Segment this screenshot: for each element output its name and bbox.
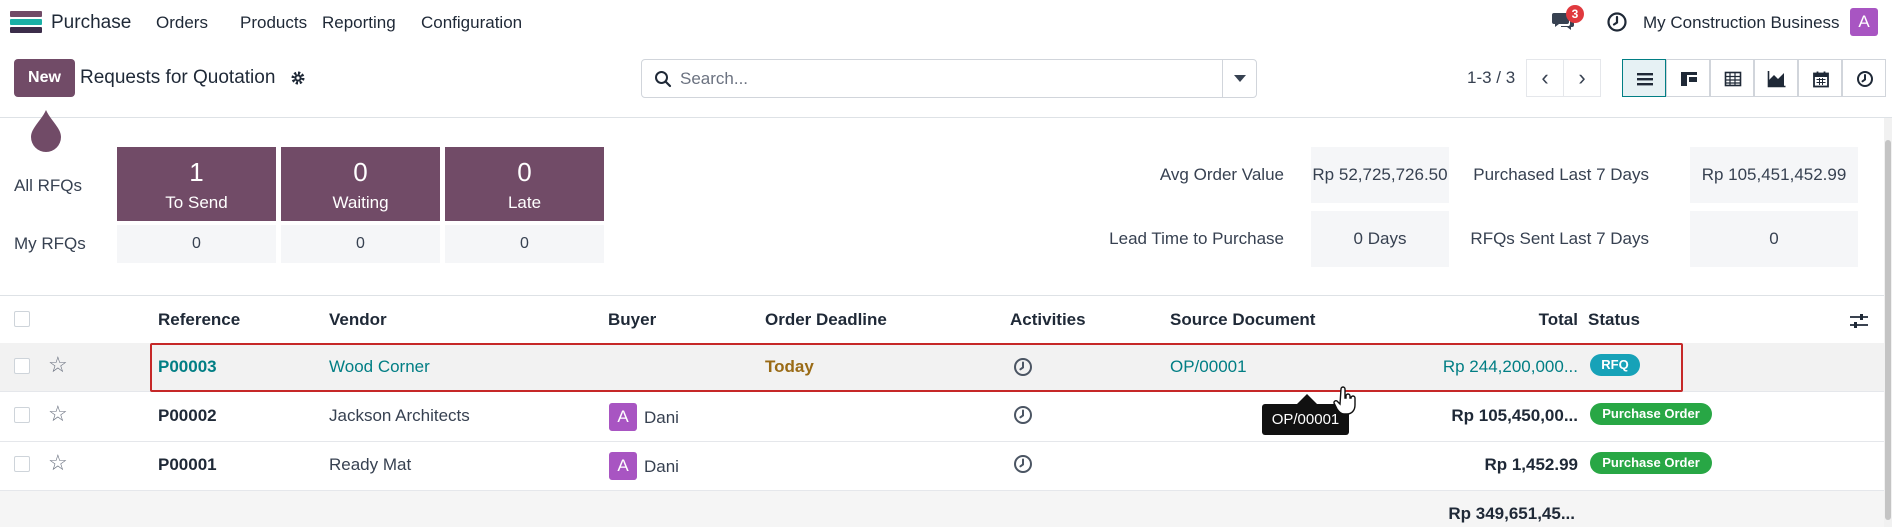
- menu-products[interactable]: Products: [240, 13, 307, 33]
- row-buyer: Dani: [644, 408, 679, 427]
- tile-value: 1: [189, 157, 204, 187]
- row-reference[interactable]: P00002: [158, 406, 217, 426]
- row-reference[interactable]: P00001: [158, 455, 217, 475]
- activity-clock-icon[interactable]: [1013, 405, 1033, 425]
- calendar-view-button[interactable]: [1798, 59, 1842, 97]
- star-icon[interactable]: ☆: [48, 352, 68, 378]
- calendar-icon: [1813, 71, 1829, 88]
- column-header-vendor[interactable]: Vendor: [329, 310, 387, 330]
- my-to-send-count[interactable]: 0: [117, 225, 276, 263]
- menu-reporting[interactable]: Reporting: [322, 13, 396, 33]
- hand-cursor-icon: [1333, 386, 1356, 415]
- chat-badge: 3: [1566, 5, 1584, 23]
- row-vendor[interactable]: Ready Mat: [329, 455, 411, 475]
- tile-value: 0: [517, 157, 532, 187]
- table-top-border: [0, 295, 1892, 296]
- status-badge: Purchase Order: [1590, 403, 1712, 425]
- row-total: Rp 105,450,00...: [1451, 406, 1578, 425]
- gear-icon[interactable]: [290, 70, 306, 86]
- page-title: Requests for Quotation: [80, 67, 276, 88]
- graph-view-button[interactable]: [1754, 59, 1798, 97]
- kanban-view-button[interactable]: [1666, 59, 1710, 97]
- my-waiting-count[interactable]: 0: [281, 225, 440, 263]
- activity-clock-icon[interactable]: [1013, 454, 1033, 474]
- column-header-status[interactable]: Status: [1588, 310, 1640, 330]
- kpi-value-avg-order-value: Rp 52,725,726.50: [1311, 147, 1449, 203]
- menu-orders[interactable]: Orders: [156, 13, 208, 33]
- tooltip-arrow: [1297, 394, 1317, 404]
- pager-value[interactable]: 1-3 / 3: [1467, 68, 1515, 88]
- star-icon[interactable]: ☆: [48, 450, 68, 476]
- top-navbar: Purchase Orders Products Reporting Confi…: [0, 0, 1892, 44]
- pager-previous-button[interactable]: ‹: [1526, 59, 1564, 97]
- column-header-total[interactable]: Total: [1500, 310, 1578, 330]
- kpi-label-lead-time: Lead Time to Purchase: [1109, 229, 1284, 248]
- optional-columns-icon[interactable]: [1849, 312, 1869, 330]
- scrollbar-thumb[interactable]: [1885, 140, 1891, 520]
- column-header-activities[interactable]: Activities: [1010, 310, 1086, 330]
- row-checkbox[interactable]: [14, 358, 30, 374]
- activity-icon: [1857, 71, 1873, 87]
- row-vendor[interactable]: Jackson Architects: [329, 406, 470, 426]
- my-rfqs-label: My RFQs: [14, 234, 86, 253]
- column-header-buyer[interactable]: Buyer: [608, 310, 656, 330]
- tile-label: Waiting: [332, 193, 389, 212]
- user-avatar[interactable]: A: [1850, 8, 1878, 36]
- tile-label: Late: [507, 193, 542, 212]
- search-input[interactable]: [680, 67, 1210, 91]
- new-button[interactable]: New: [14, 59, 75, 97]
- tile-late[interactable]: 0 Late: [445, 147, 604, 221]
- buyer-avatar: A: [609, 403, 637, 431]
- purchase-app-icon[interactable]: [10, 11, 42, 33]
- row-highlight-box: [150, 343, 1683, 392]
- row-checkbox[interactable]: [14, 407, 30, 423]
- row-total: Rp 1,452.99: [1484, 455, 1578, 474]
- tile-waiting[interactable]: 0 Waiting: [281, 147, 440, 221]
- column-header-order-deadline[interactable]: Order Deadline: [765, 310, 887, 330]
- clock-icon[interactable]: [1606, 11, 1628, 33]
- kpi-label-purchased-last-7-days: Purchased Last 7 Days: [1473, 165, 1649, 184]
- tile-to-send[interactable]: 1 To Send: [117, 147, 276, 221]
- pivot-icon: [1724, 71, 1742, 87]
- search-bar: [641, 59, 1257, 98]
- kpi-value-rfqs-sent: 0: [1690, 211, 1858, 267]
- activity-view-button[interactable]: [1842, 59, 1886, 97]
- column-header-reference[interactable]: Reference: [158, 310, 240, 330]
- pager-next-button[interactable]: ›: [1563, 59, 1601, 97]
- pivot-view-button[interactable]: [1710, 59, 1754, 97]
- buyer-avatar: A: [609, 452, 637, 480]
- all-rfqs-label: All RFQs: [14, 176, 82, 195]
- tile-label: To Send: [165, 193, 228, 212]
- water-drop-icon: [31, 110, 61, 152]
- list-view-button[interactable]: [1622, 59, 1666, 97]
- my-late-count[interactable]: 0: [445, 225, 604, 263]
- star-icon[interactable]: ☆: [48, 401, 68, 427]
- row-divider: [0, 441, 1892, 442]
- table-footer: [0, 491, 1892, 527]
- kpi-value-purchased-last-7-days: Rp 105,451,452.99: [1690, 147, 1858, 203]
- select-all-checkbox[interactable]: [14, 311, 30, 327]
- status-badge: Purchase Order: [1590, 452, 1712, 474]
- app-name[interactable]: Purchase: [51, 12, 131, 34]
- tile-value: 0: [353, 157, 368, 187]
- kpi-value-lead-time: 0 Days: [1311, 211, 1449, 267]
- kanban-icon: [1681, 72, 1697, 86]
- search-options-toggle[interactable]: [1222, 60, 1256, 97]
- company-switcher[interactable]: My Construction Business: [1643, 13, 1840, 33]
- menu-configuration[interactable]: Configuration: [421, 13, 522, 33]
- grand-total: Rp 349,651,45...: [1448, 504, 1575, 523]
- search-icon: [655, 71, 672, 88]
- graph-icon: [1767, 71, 1786, 88]
- row-buyer: Dani: [644, 457, 679, 476]
- control-panel-divider: [0, 117, 1892, 118]
- row-checkbox[interactable]: [14, 456, 30, 472]
- kpi-label-rfqs-sent: RFQs Sent Last 7 Days: [1470, 229, 1649, 248]
- kpi-label-avg-order-value: Avg Order Value: [1159, 165, 1284, 184]
- column-header-source-document[interactable]: Source Document: [1170, 310, 1315, 330]
- list-icon: [1637, 73, 1653, 86]
